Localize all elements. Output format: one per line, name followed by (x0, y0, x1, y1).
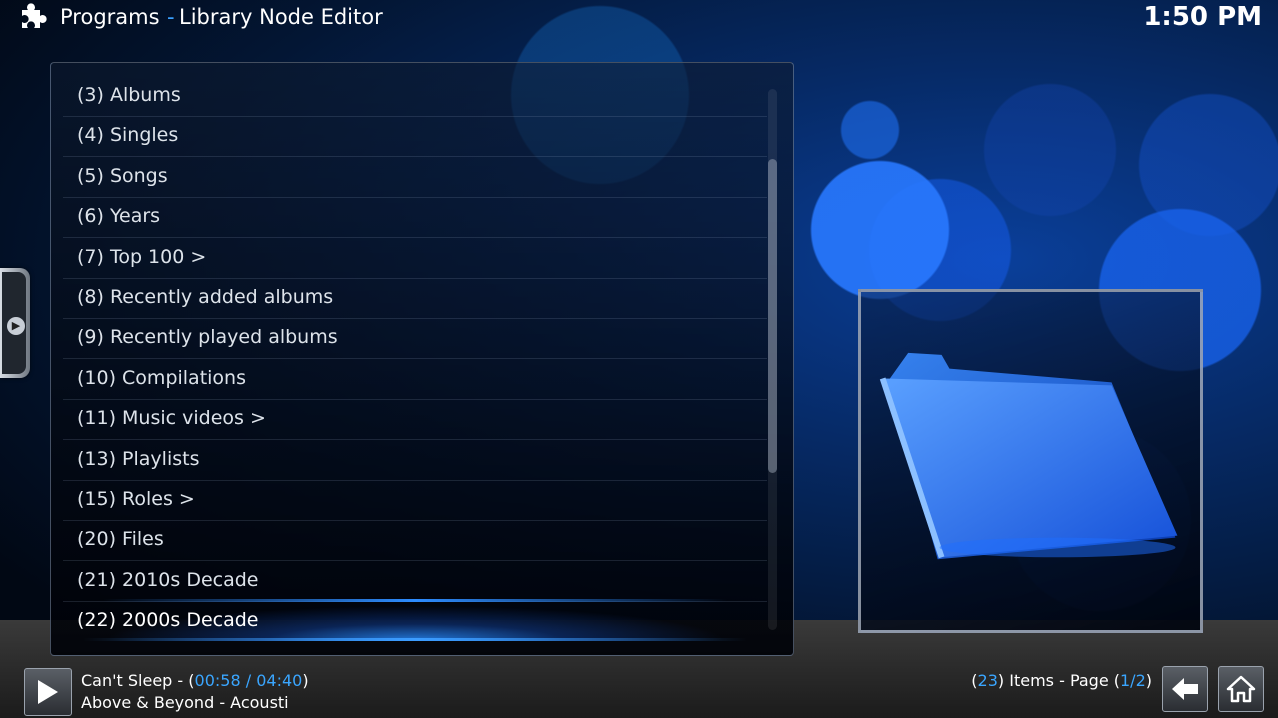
top-header: Programs - Library Node Editor 1:50 PM (0, 0, 1278, 36)
item-count-info: (23) Items - Page (1/2) (971, 671, 1152, 690)
list-item-label: (5) Songs (77, 164, 168, 187)
list-item-label: (21) 2010s Decade (77, 568, 259, 591)
scrollbar[interactable] (768, 89, 777, 630)
duration-time: 04:40 (256, 671, 303, 690)
time-slash: / (240, 671, 257, 690)
puzzle-piece-icon (22, 3, 47, 29)
list-item-label: (11) Music videos > (77, 407, 266, 430)
list-item-label: (20) Files (77, 528, 164, 551)
title-dash: - (172, 671, 189, 690)
list-item[interactable]: (11) Music videos > (63, 399, 767, 441)
list-item-label: (8) Recently added albums (77, 286, 334, 308)
page-number: 1/2 (1120, 671, 1146, 690)
side-menu-tab[interactable]: ▶ (0, 268, 30, 378)
list-item-label: (13) Playlists (77, 447, 200, 470)
item-thumbnail (858, 289, 1203, 633)
folder-icon (879, 352, 1178, 560)
list-item[interactable]: (7) Top 100 > (63, 238, 767, 279)
item-count: 23 (977, 671, 998, 690)
list-item[interactable]: (4) Singles (63, 116, 767, 158)
header-section: Programs (60, 5, 160, 29)
list-item[interactable]: (10) Compilations (63, 359, 767, 400)
track-title: Can't Sleep (81, 671, 173, 690)
list-item-label: (6) Years (77, 205, 161, 228)
list-item[interactable]: (15) Roles > (63, 480, 767, 521)
list-item-label: (9) Recently played albums (77, 326, 338, 349)
list-item[interactable]: (3) Albums (63, 76, 767, 117)
list-item-label: (4) Singles (77, 124, 179, 147)
list-item-label: (15) Roles > (77, 488, 195, 510)
clock: 1:50 PM (1143, 2, 1262, 32)
list-item-label: (7) Top 100 > (77, 245, 207, 268)
play-button[interactable] (24, 668, 72, 716)
back-arrow-icon (1172, 678, 1198, 700)
header-separator: - (167, 5, 175, 29)
list-item-label: (22) 2000s Decade (77, 609, 259, 632)
home-icon (1226, 675, 1256, 703)
side-menu-tab-inner: ▶ (2, 272, 26, 374)
list-item[interactable]: (20) Files (63, 520, 767, 562)
chevron-right-icon: ▶ (7, 317, 25, 335)
now-playing-title: Can't Sleep - (00:58 / 04:40) (81, 671, 309, 690)
list-item-label: (3) Albums (77, 84, 181, 106)
list-item[interactable]: (6) Years (63, 197, 767, 239)
list-item[interactable]: (22) 2000s Decade (63, 599, 767, 642)
items-page-text: ) Items - Page ( (997, 671, 1120, 690)
page-title: Library Node Editor (179, 5, 383, 29)
artist-album: Above & Beyond - Acousti (81, 693, 289, 712)
list-item[interactable]: (5) Songs (63, 157, 767, 198)
library-node-list: (3) Albums (4) Singles (5) Songs (6) Years (… (50, 62, 794, 656)
list-item-label: (10) Compilations (77, 366, 246, 389)
play-icon (38, 680, 58, 704)
now-playing-bar: Can't Sleep - (00:58 / 04:40) Above & Be… (0, 662, 900, 718)
home-button[interactable] (1218, 666, 1264, 712)
list-item[interactable]: (21) 2010s Decade (63, 561, 767, 602)
back-button[interactable] (1162, 666, 1208, 712)
list-item[interactable]: (8) Recently added albums (63, 278, 767, 319)
elapsed-time: 00:58 (194, 671, 241, 690)
time-close-paren: ) (302, 671, 309, 690)
page-close-paren: ) (1145, 671, 1152, 690)
list-item[interactable]: (9) Recently played albums (63, 318, 767, 360)
scrollbar-thumb[interactable] (768, 159, 777, 474)
list-item[interactable]: (13) Playlists (63, 440, 767, 481)
